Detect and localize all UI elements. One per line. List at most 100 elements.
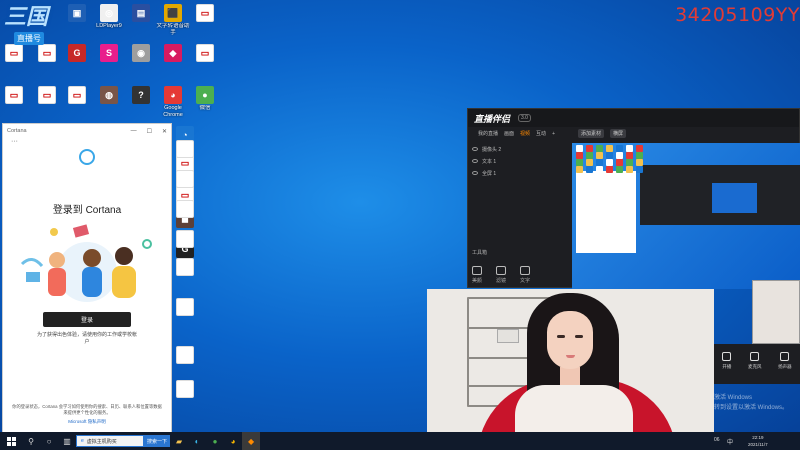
speaker-control[interactable]: 扬声器 bbox=[778, 352, 792, 370]
preview-desktop-icon bbox=[626, 152, 633, 159]
app-icon: ● bbox=[196, 86, 214, 104]
signin-button[interactable]: 登录 bbox=[43, 312, 131, 327]
edge-icon[interactable]: ◐ bbox=[188, 432, 206, 450]
preview-desktop-icon bbox=[576, 152, 583, 159]
close-icon[interactable]: ✕ bbox=[162, 128, 167, 135]
tab-my-live[interactable]: 我的直播 bbox=[478, 130, 498, 137]
logo-main-text: 三国 bbox=[4, 4, 49, 29]
system-clock[interactable]: 22:19 2021/11/7 bbox=[748, 434, 768, 448]
desktop-icon[interactable]: ◍ bbox=[92, 86, 126, 105]
desktop-icon[interactable]: ◆ bbox=[156, 44, 190, 63]
tool-filter[interactable]: 滤镜 bbox=[496, 266, 506, 284]
preview-desktop-icon bbox=[586, 166, 593, 173]
app-icon: ◉ bbox=[132, 44, 150, 62]
preview-desktop-icon bbox=[616, 145, 623, 152]
text-icon bbox=[520, 266, 531, 275]
preview-nested-screen bbox=[712, 183, 757, 213]
tab-video[interactable]: 视频 bbox=[520, 130, 530, 137]
pdf-file-icon bbox=[176, 346, 194, 364]
desktop-icon[interactable]: ▭ bbox=[30, 86, 64, 105]
desktop-icon[interactable]: ◕ Google Chrome bbox=[156, 86, 190, 118]
pdf-file-icon bbox=[176, 380, 194, 398]
live-icon bbox=[722, 352, 732, 361]
version-badge: 3.0 bbox=[518, 114, 531, 122]
scene-source-list: 摄像头 2 文本 1 全屏 1 bbox=[472, 143, 532, 179]
desktop-icon[interactable]: ◎ LDPlayer9 bbox=[92, 4, 126, 30]
desktop-icon[interactable]: G bbox=[60, 44, 94, 63]
desktop-icon[interactable] bbox=[168, 200, 202, 219]
maximize-icon[interactable]: ☐ bbox=[147, 128, 152, 135]
eye-icon[interactable] bbox=[472, 147, 478, 151]
file-explorer-icon[interactable]: ▰ bbox=[170, 432, 188, 450]
signin-description: 为了获得出色体验，请使用你的工作或学校帐户 bbox=[37, 332, 138, 345]
app-icon: ◆ bbox=[164, 44, 182, 62]
eye-icon[interactable] bbox=[472, 159, 478, 163]
pdf-file-icon: ▭ bbox=[196, 44, 214, 62]
preview-desktop-icon bbox=[596, 152, 603, 159]
start-button[interactable] bbox=[0, 432, 22, 450]
desktop-icon[interactable] bbox=[168, 346, 202, 365]
chrome-icon[interactable]: ◕ bbox=[224, 432, 242, 450]
desktop-icon[interactable]: ▭ bbox=[0, 86, 31, 105]
room-id-watermark: 34205109YY bbox=[675, 4, 800, 26]
windows-activation-notice: 激活 Windows 转到设置以激活 Windows。 bbox=[714, 395, 789, 411]
app-icon: ◎ bbox=[100, 4, 118, 22]
preview-toolbar: 添加素材 横屏 bbox=[572, 127, 800, 140]
preview-desktop-icon bbox=[606, 145, 613, 152]
task-view-icon[interactable]: ▥ bbox=[58, 432, 76, 450]
webcam-feed bbox=[427, 289, 714, 450]
desktop-icon[interactable]: ? bbox=[124, 86, 158, 105]
desktop-icon[interactable] bbox=[168, 258, 202, 277]
privacy-link[interactable]: Microsoft 隐私声明 bbox=[68, 419, 106, 425]
desktop-icon[interactable]: ▣ bbox=[60, 4, 94, 23]
minimize-icon[interactable]: — bbox=[131, 128, 137, 135]
desktop-icon[interactable]: ▭ bbox=[188, 44, 222, 63]
pdf-file-icon: ▭ bbox=[5, 86, 23, 104]
cortana-illustration bbox=[20, 224, 152, 302]
add-source-button[interactable]: 添加素材 bbox=[578, 129, 605, 138]
streaming-app-window: 直播伴侣 3.0 我的直播 画面 视频 互动 + 摄像头 2 文本 1 全屏 1… bbox=[467, 108, 800, 289]
streaming-app-taskbar-icon[interactable]: ◆ bbox=[242, 432, 261, 450]
search-submit-button[interactable]: 搜索一下 bbox=[144, 435, 171, 447]
more-options-icon[interactable]: ··· bbox=[11, 138, 18, 145]
tab-scene[interactable]: 画面 bbox=[504, 130, 514, 137]
tray-number: 06 bbox=[714, 437, 720, 443]
eye-icon[interactable] bbox=[472, 171, 478, 175]
taskbar-search-box[interactable]: e 虚拟主机购买 bbox=[76, 435, 144, 447]
start-live-control[interactable]: 开播 bbox=[722, 352, 732, 370]
toolbox-title: 工具箱 bbox=[472, 250, 488, 256]
desktop-icon[interactable]: ⬛ 文字转语音助手 bbox=[156, 4, 190, 36]
desktop-icon[interactable]: S bbox=[92, 44, 126, 63]
windows-logo-icon bbox=[6, 436, 16, 446]
app-icon: ▣ bbox=[68, 4, 86, 22]
source-item[interactable]: 全屏 1 bbox=[472, 167, 532, 179]
desktop-icon[interactable]: ▤ bbox=[124, 4, 158, 23]
tool-beauty[interactable]: 美颜 bbox=[472, 266, 482, 284]
tool-text[interactable]: 文字 bbox=[520, 266, 530, 284]
source-item[interactable]: 文本 1 bbox=[472, 155, 532, 167]
desktop-icon[interactable]: ◉ bbox=[124, 44, 158, 63]
toolbox: 工具箱 美颜 滤镜 文字 bbox=[472, 249, 572, 284]
input-language[interactable]: 中 bbox=[727, 437, 733, 446]
preview-desktop-icon bbox=[626, 166, 633, 173]
source-item[interactable]: 摄像头 2 bbox=[472, 143, 532, 155]
add-tab-button[interactable]: + bbox=[552, 131, 555, 137]
desktop-icon[interactable] bbox=[168, 298, 202, 317]
desktop-icon[interactable] bbox=[168, 380, 202, 399]
microphone-control[interactable]: 麦克风 bbox=[748, 352, 761, 370]
desktop-icon[interactable]: ● 微信 bbox=[188, 86, 222, 112]
tab-interact[interactable]: 互动 bbox=[536, 130, 546, 137]
cortana-taskbar-icon[interactable]: ○ bbox=[40, 432, 58, 450]
search-icon[interactable]: ⚲ bbox=[22, 432, 40, 450]
desktop-icon[interactable] bbox=[168, 230, 202, 249]
desktop-icon-label: Google Chrome bbox=[163, 105, 183, 118]
desktop-icon[interactable] bbox=[168, 140, 202, 159]
orientation-button[interactable]: 横屏 bbox=[610, 129, 627, 138]
desktop-icon[interactable] bbox=[168, 170, 202, 189]
desktop-icon[interactable]: ▭ bbox=[188, 4, 222, 23]
app-green-icon[interactable]: ● bbox=[206, 432, 224, 450]
desktop-icon-label: 微信 bbox=[199, 105, 211, 111]
desktop-icon-label: LDPlayer9 bbox=[96, 23, 122, 29]
desktop-icon[interactable]: ▭ bbox=[60, 86, 94, 105]
pdf-file-icon: ▭ bbox=[68, 86, 86, 104]
